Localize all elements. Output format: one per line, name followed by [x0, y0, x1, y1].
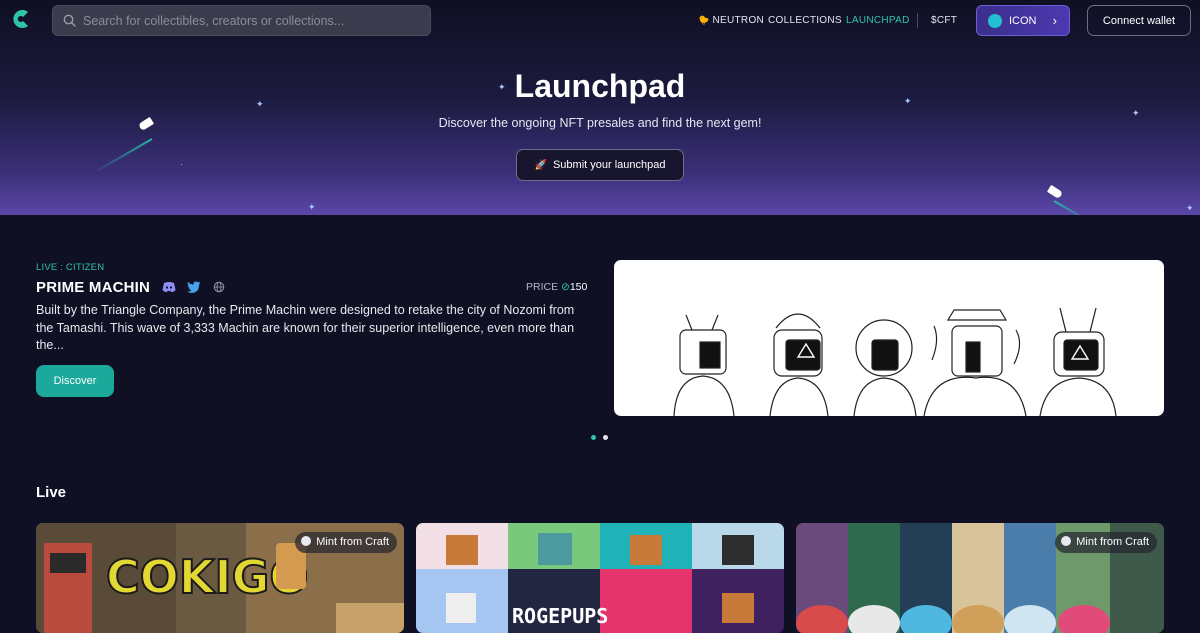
- search-bar: [52, 5, 431, 36]
- craft-icon: [301, 536, 312, 546]
- featured-description: Built by the Triangle Company, the Prime…: [36, 303, 575, 352]
- featured-status: LIVE : CITIZEN: [36, 262, 105, 273]
- live-card[interactable]: Mint from Craft: [796, 523, 1164, 633]
- neutron-icon: 🐤: [698, 15, 710, 25]
- nav-launchpad[interactable]: LAUNCHPAD: [846, 15, 910, 26]
- top-navbar: 🐤NEUTRON COLLECTIONS LAUNCHPAD $CFT ICON…: [0, 0, 1200, 42]
- search-input[interactable]: [83, 6, 423, 35]
- globe-icon[interactable]: [212, 281, 226, 293]
- chain-selector-button[interactable]: ICON ›: [976, 5, 1070, 36]
- svg-text:ROGEPUPS: ROGEPUPS: [512, 604, 608, 628]
- chevron-right-icon: ›: [1052, 13, 1057, 28]
- star-icon: ✦: [1186, 203, 1194, 213]
- rocket-trail: [1053, 200, 1098, 215]
- live-section-title: Live: [36, 484, 67, 501]
- badge-label: Mint from Craft: [316, 536, 389, 548]
- chain-selector-label: ICON: [1009, 15, 1037, 27]
- discord-icon[interactable]: [162, 281, 176, 293]
- mint-from-craft-badge: Mint from Craft: [1055, 532, 1157, 553]
- rocket-trail: [92, 138, 153, 174]
- star-icon: ✦: [308, 202, 316, 212]
- craft-icon: [1061, 536, 1072, 546]
- nav-cft[interactable]: $CFT: [931, 15, 957, 26]
- badge-label: Mint from Craft: [1076, 536, 1149, 548]
- star-icon: ·: [180, 159, 183, 169]
- nav-neutron[interactable]: 🐤 NEUTRON: [698, 15, 764, 26]
- carousel-dot[interactable]: [603, 435, 608, 440]
- live-card[interactable]: ROGEPUPS: [416, 523, 784, 633]
- carousel-dot-active[interactable]: [591, 435, 596, 440]
- featured-name: PRIME MACHIN: [36, 279, 151, 296]
- price-value: 150: [569, 281, 588, 293]
- icon-chain-icon: [988, 14, 1002, 28]
- rocket-icon: [1046, 184, 1064, 200]
- rocket-icon: 🚀: [534, 160, 547, 171]
- collection-image: ROGEPUPS: [416, 523, 784, 633]
- submit-launchpad-label: Submit your launchpad: [552, 159, 666, 171]
- nav-neutron-label: NEUTRON: [712, 15, 765, 26]
- nav-collections[interactable]: COLLECTIONS: [768, 15, 842, 26]
- live-card[interactable]: COKIGO Mint from Craft: [36, 523, 404, 633]
- coin-icon: ⊘: [561, 281, 570, 293]
- search-icon: [63, 14, 76, 27]
- connect-wallet-button[interactable]: Connect wallet: [1087, 5, 1191, 36]
- logo-icon[interactable]: [10, 8, 32, 30]
- featured-collection-image[interactable]: [614, 260, 1164, 416]
- twitter-icon[interactable]: [187, 281, 201, 293]
- page-title: Launchpad: [514, 68, 686, 104]
- price-label: PRICE: [526, 281, 559, 293]
- discover-button[interactable]: Discover: [36, 365, 114, 397]
- submit-launchpad-button[interactable]: 🚀 Submit your launchpad: [516, 149, 684, 181]
- page-subtitle: Discover the ongoing NFT presales and fi…: [438, 116, 762, 130]
- prime-machin-artwork: [673, 307, 1117, 416]
- nav-divider: [917, 13, 918, 28]
- featured-price: PRICE ⊘150: [526, 281, 587, 293]
- mint-from-craft-badge: Mint from Craft: [295, 532, 397, 553]
